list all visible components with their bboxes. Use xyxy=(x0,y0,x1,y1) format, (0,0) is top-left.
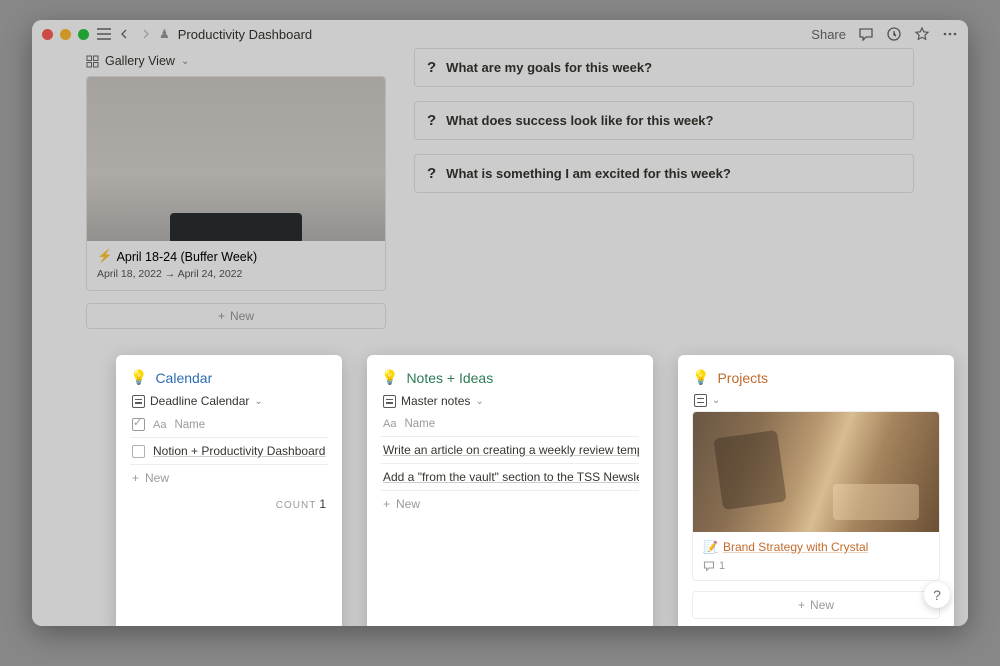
plus-icon: + xyxy=(798,598,805,612)
question-mark-icon: ? xyxy=(427,59,436,76)
question-block-1[interactable]: ? What are my goals for this week? xyxy=(414,48,914,87)
question-block-2[interactable]: ? What does success look like for this w… xyxy=(414,101,914,140)
notes-new-row[interactable]: + New xyxy=(381,491,639,517)
table-icon xyxy=(383,395,396,408)
row-title[interactable]: Notion + Productivity Dashboard xyxy=(153,444,325,458)
notes-title[interactable]: Notes + Ideas xyxy=(406,370,493,386)
window-traffic-lights[interactable] xyxy=(42,29,89,40)
close-window-icon[interactable] xyxy=(42,29,53,40)
gallery-card-cover xyxy=(87,77,385,241)
table-row[interactable]: Add a "from the vault" section to the TS… xyxy=(381,464,639,491)
projects-card: 💡 Projects ⌄ 📝 Brand Strategy with Cryst… xyxy=(678,355,954,626)
row-checkbox[interactable] xyxy=(132,445,145,458)
projects-title[interactable]: Projects xyxy=(717,370,768,386)
count-footer: COUNT1 xyxy=(130,491,328,511)
checkbox-column-icon xyxy=(132,418,145,431)
chevron-down-icon: ⌄ xyxy=(712,395,720,406)
help-fab[interactable]: ? xyxy=(924,582,950,608)
question-mark-icon: ? xyxy=(427,165,436,182)
bulb-icon: 💡 xyxy=(381,369,398,386)
chevron-down-icon: ⌄ xyxy=(181,56,189,67)
name-column-header[interactable]: Aa Name xyxy=(381,412,639,437)
gallery-card[interactable]: ⚡ April 18-24 (Buffer Week) April 18, 20… xyxy=(86,76,386,291)
updates-icon[interactable] xyxy=(886,26,902,42)
gallery-icon xyxy=(694,394,707,407)
notes-view-selector[interactable]: Master notes ⌄ xyxy=(383,394,639,408)
maximize-window-icon[interactable] xyxy=(78,29,89,40)
projects-view-selector[interactable]: ⌄ xyxy=(694,394,940,407)
minimize-window-icon[interactable] xyxy=(60,29,71,40)
name-column-header[interactable]: Aa Name xyxy=(130,412,328,438)
project-gallery-card[interactable]: 📝 Brand Strategy with Crystal 1 xyxy=(692,411,940,581)
project-cover xyxy=(693,412,939,532)
project-title: Brand Strategy with Crystal xyxy=(723,540,868,554)
favorite-icon[interactable] xyxy=(914,26,930,42)
plus-icon: + xyxy=(383,497,390,511)
gallery-view-selector[interactable]: Gallery View ⌄ xyxy=(86,48,386,76)
calendar-view-selector[interactable]: Deadline Calendar ⌄ xyxy=(132,394,328,408)
comment-icon xyxy=(703,560,715,572)
question-text: What does success look like for this wee… xyxy=(446,113,713,128)
chevron-down-icon: ⌄ xyxy=(254,396,262,407)
comments-icon[interactable] xyxy=(858,26,874,42)
page-emoji-icon[interactable]: ♟ xyxy=(159,27,170,41)
share-button[interactable]: Share xyxy=(811,27,846,42)
gallery-card-dates: April 18, 2022 → April 24, 2022 xyxy=(97,268,375,280)
page-title[interactable]: Productivity Dashboard xyxy=(178,27,312,42)
memo-icon: 📝 xyxy=(703,540,718,554)
projects-new-button[interactable]: + New xyxy=(692,591,940,619)
gallery-new-button[interactable]: + New xyxy=(86,303,386,329)
chevron-down-icon: ⌄ xyxy=(475,396,483,407)
gallery-card-title: April 18-24 (Buffer Week) xyxy=(117,250,258,264)
question-text: What are my goals for this week? xyxy=(446,60,652,75)
text-property-icon: Aa xyxy=(383,418,396,430)
more-icon[interactable] xyxy=(942,26,958,42)
question-text: What is something I am excited for this … xyxy=(446,166,731,181)
question-mark-icon: ? xyxy=(427,112,436,129)
calendar-title[interactable]: Calendar xyxy=(155,370,212,386)
notes-card: 💡 Notes + Ideas Master notes ⌄ Aa Name W… xyxy=(367,355,653,626)
calendar-new-row[interactable]: + New xyxy=(130,465,328,491)
table-row[interactable]: Notion + Productivity Dashboard xyxy=(130,438,328,465)
nav-back-icon[interactable] xyxy=(119,28,131,40)
lightning-icon: ⚡ xyxy=(97,249,113,264)
bulb-icon: 💡 xyxy=(692,369,709,386)
table-icon xyxy=(132,395,145,408)
nav-forward-icon[interactable] xyxy=(139,28,151,40)
question-block-3[interactable]: ? What is something I am excited for thi… xyxy=(414,154,914,193)
bulb-icon: 💡 xyxy=(130,369,147,386)
comment-count: 1 xyxy=(719,560,725,572)
calendar-card: 💡 Calendar Deadline Calendar ⌄ Aa Name N… xyxy=(116,355,342,626)
gallery-view-label: Gallery View xyxy=(105,54,175,68)
table-row[interactable]: Write an article on creating a weekly re… xyxy=(381,437,639,464)
plus-icon: + xyxy=(218,309,225,323)
gallery-icon xyxy=(86,55,99,68)
plus-icon: + xyxy=(132,471,139,485)
text-property-icon: Aa xyxy=(153,419,166,431)
hamburger-icon[interactable] xyxy=(97,28,111,40)
